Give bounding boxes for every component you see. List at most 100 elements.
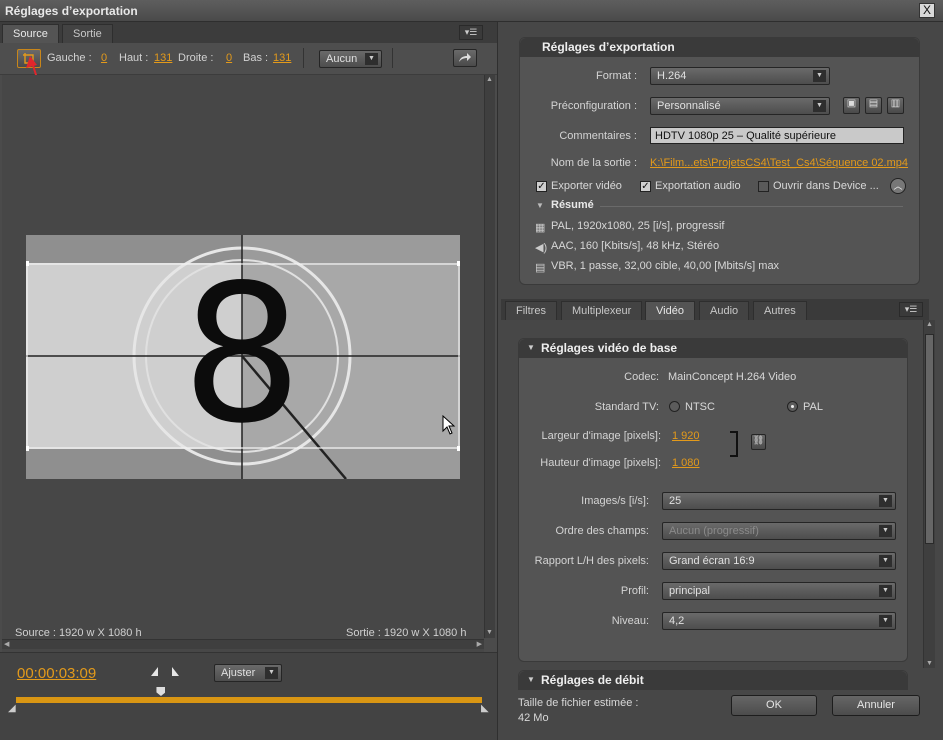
field-order-label: Ordre des champs: — [555, 525, 649, 537]
ntsc-radio[interactable] — [669, 401, 680, 412]
collapse-button[interactable]: ︿ — [890, 178, 906, 194]
scroll-up-icon[interactable]: ▲ — [926, 321, 933, 328]
format-select[interactable]: H.264 ▼ — [650, 67, 830, 85]
file-size-label: Taille de fichier estimée : — [518, 697, 639, 709]
preview-vertical-scrollbar[interactable]: ▲ ▼ — [484, 75, 495, 638]
scroll-left-icon[interactable]: ◀ — [4, 640, 9, 648]
constrain-proportions-button[interactable]: ⛓ — [751, 434, 766, 450]
summary-video: PAL, 1920x1080, 25 [i/s], progressif — [551, 220, 725, 232]
height-value[interactable]: 1 080 — [672, 457, 700, 469]
crop-top-label: Haut : — [119, 52, 149, 64]
crop-left-value[interactable]: 0 — [101, 52, 107, 64]
timeline-work-area — [16, 697, 482, 703]
timeline-track[interactable] — [16, 697, 482, 703]
save-preset-button[interactable]: ▣ — [843, 97, 860, 114]
video-settings-scroll-area: Réglages vidéo de base ▼ Codec: MainConc… — [501, 320, 921, 690]
output-name-label: Nom de la sortie : — [550, 157, 637, 169]
level-value: 4,2 — [669, 615, 685, 627]
tab-audio[interactable]: Audio — [699, 301, 750, 320]
bitrate-icon: ▤ — [535, 262, 546, 274]
scroll-up-icon[interactable]: ▲ — [486, 76, 494, 84]
crop-handle[interactable] — [26, 446, 29, 451]
toolbar-divider — [303, 48, 304, 68]
level-select[interactable]: 4,2 ▼ — [662, 612, 896, 630]
crop-handle[interactable] — [26, 261, 29, 266]
crop-right-value[interactable]: 0 — [226, 52, 232, 64]
window-title: Réglages d’exportation — [5, 4, 138, 18]
summary-toggle-icon[interactable]: ▼ — [536, 201, 544, 210]
playhead[interactable] — [156, 687, 166, 696]
toolbar-divider — [392, 48, 393, 68]
fps-select[interactable]: 25 ▼ — [662, 492, 896, 510]
settings-vertical-scrollbar[interactable]: ▲ ▼ — [923, 320, 935, 668]
summary-divider — [600, 206, 903, 207]
timecode[interactable]: 00:00:03:09 — [17, 665, 96, 682]
scroll-right-icon[interactable]: ▶ — [477, 640, 482, 648]
ntsc-label: NTSC — [685, 401, 715, 413]
settings-menu-button[interactable]: ▾☰ — [899, 302, 923, 317]
preview-horizontal-scrollbar[interactable]: ◀ ▶ — [2, 639, 484, 649]
crop-top-value[interactable]: 131 — [154, 52, 172, 64]
output-name-link[interactable]: K:\Film...ets\ProjetsCS4\Test_Cs4\Séquen… — [650, 157, 908, 169]
pixel-aspect-select[interactable]: Grand écran 16:9 ▼ — [662, 552, 896, 570]
out-point-marker-icon[interactable]: ◣ — [481, 703, 489, 714]
share-button[interactable] — [453, 49, 477, 67]
import-preset-button[interactable]: ▤ — [865, 97, 882, 114]
preset-value: Personnalisé — [657, 100, 721, 112]
crop-ratio-value: Aucun — [326, 53, 358, 65]
save-icon: ▣ — [846, 98, 857, 109]
source-panel: Source Sortie ▾☰ Gauche : 0 Haut : 131 D… — [0, 22, 498, 740]
export-settings-heading: Réglages d’exportation — [520, 38, 919, 57]
preset-select[interactable]: Personnalisé ▼ — [650, 97, 830, 115]
width-value[interactable]: 1 920 — [672, 430, 700, 442]
countdown-number: 8 — [182, 244, 303, 465]
export-settings-section: Réglages d’exportation Format : H.264 ▼ P… — [519, 37, 920, 285]
chevron-down-icon: ▼ — [879, 555, 892, 567]
crop-ratio-select[interactable]: Aucun ▼ — [319, 50, 382, 68]
speaker-icon: ◀) — [535, 242, 548, 254]
crop-handle[interactable] — [457, 446, 460, 451]
delete-preset-button[interactable]: ▥ — [887, 97, 904, 114]
open-device-checkbox[interactable] — [758, 181, 769, 192]
tab-sortie[interactable]: Sortie — [62, 24, 113, 43]
codec-value: MainConcept H.264 Video — [668, 371, 797, 383]
crop-handle[interactable] — [457, 261, 460, 266]
countdown-frame: 8 — [26, 235, 460, 479]
section-toggle-icon[interactable]: ▼ — [527, 343, 535, 352]
in-point-marker-icon[interactable]: ◢ — [8, 703, 16, 714]
pal-radio[interactable] — [787, 401, 798, 412]
summary-audio: AAC, 160 [Kbits/s], 48 kHz, Stéréo — [551, 240, 720, 252]
comments-field[interactable]: HDTV 1080p 25 – Qualité supérieure — [650, 127, 904, 144]
field-order-select: Aucun (progressif) ▼ — [662, 522, 896, 540]
dimension-link-bracket — [730, 431, 738, 457]
profile-select[interactable]: principal ▼ — [662, 582, 896, 600]
height-label: Hauteur d'image [pixels]: — [540, 457, 661, 469]
scroll-down-icon[interactable]: ▼ — [486, 629, 494, 637]
ok-button[interactable]: OK — [731, 695, 817, 716]
tab-autres[interactable]: Autres — [753, 301, 807, 320]
export-settings-panel: Réglages d’exportation Format : H.264 ▼ P… — [499, 22, 943, 740]
tab-source[interactable]: Source — [2, 24, 59, 43]
tab-multiplexeur[interactable]: Multiplexeur — [561, 301, 643, 320]
in-out-markers-icon[interactable] — [150, 666, 184, 678]
pixel-aspect-value: Grand écran 16:9 — [669, 555, 755, 567]
source-tabstrip: Source Sortie ▾☰ — [0, 22, 497, 43]
chevron-down-icon: ▼ — [879, 585, 892, 597]
crop-bottom-value[interactable]: 131 — [273, 52, 291, 64]
tab-filtres[interactable]: Filtres — [505, 301, 557, 320]
export-video-checkbox[interactable]: ✓ — [536, 181, 547, 192]
chevron-up-icon: ︿ — [893, 181, 903, 191]
field-order-value: Aucun (progressif) — [669, 525, 759, 537]
close-button[interactable]: X — [919, 3, 935, 18]
tab-video[interactable]: Vidéo — [645, 301, 695, 320]
cancel-button[interactable]: Annuler — [832, 695, 920, 716]
chevron-down-icon: ▼ — [813, 70, 826, 82]
panel-menu-button[interactable]: ▾☰ — [459, 25, 483, 40]
chevron-down-icon: ▼ — [365, 53, 378, 65]
export-audio-checkbox[interactable]: ✓ — [640, 181, 651, 192]
scroll-down-icon[interactable]: ▼ — [926, 660, 933, 667]
fit-select[interactable]: Ajuster ▼ — [214, 664, 282, 682]
basic-video-heading: Réglages vidéo de base — [519, 339, 907, 358]
section-toggle-icon[interactable]: ▼ — [527, 675, 535, 684]
scroll-thumb[interactable] — [925, 334, 934, 544]
